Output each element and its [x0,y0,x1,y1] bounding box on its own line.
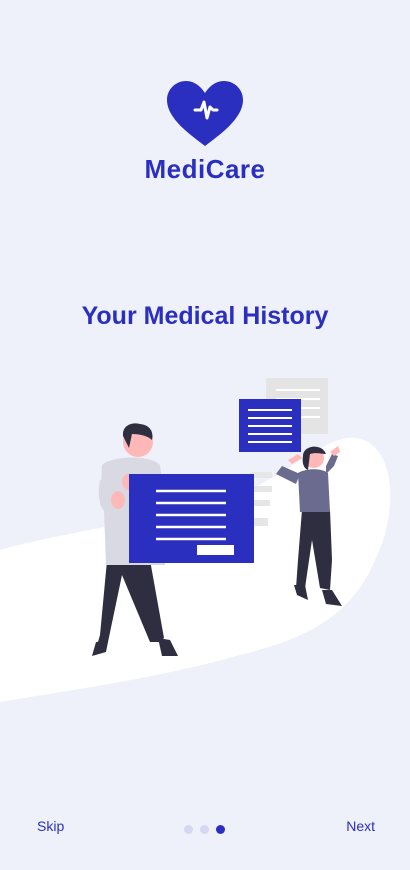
heart-pulse-icon [167,81,243,146]
onboarding-footer: Skip Next [0,815,410,845]
page-indicator [184,825,225,834]
page-dot-3[interactable] [216,825,225,834]
next-button[interactable]: Next [346,818,375,834]
onboarding-headline: Your Medical History [81,302,329,330]
skip-button[interactable]: Skip [37,818,64,834]
page-dot-1[interactable] [184,825,193,834]
app-logo: MediCare [0,80,410,185]
medical-history-illustration [0,378,391,702]
app-name: MediCare [144,154,266,184]
page-dot-2[interactable] [200,825,209,834]
